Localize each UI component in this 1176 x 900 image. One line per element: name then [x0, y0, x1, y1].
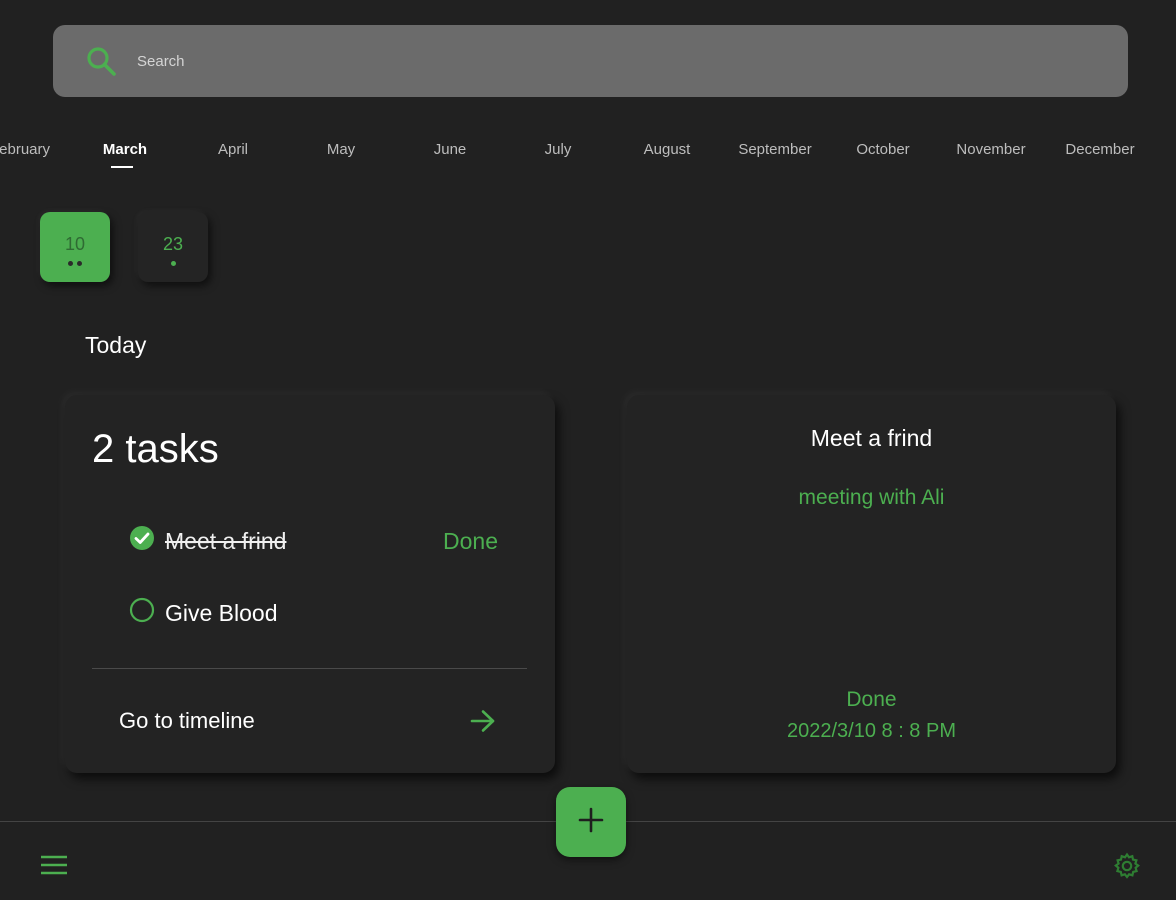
month-label: February: [0, 141, 51, 158]
hamburger-menu-icon[interactable]: [40, 854, 68, 881]
detail-description: meeting with Ali: [798, 486, 945, 509]
section-title: Today: [85, 332, 147, 358]
month-label: July: [544, 141, 572, 158]
month-july[interactable]: July: [545, 141, 572, 158]
month-october[interactable]: October: [856, 141, 909, 158]
day-number: 10: [64, 233, 86, 254]
app-screen: February March April May June July Augus…: [0, 0, 1176, 900]
search-input[interactable]: [137, 45, 1037, 77]
task-item[interactable]: Give Blood: [129, 597, 278, 629]
month-label: March: [102, 141, 148, 158]
task-dot: [68, 260, 73, 266]
search-icon: [84, 44, 118, 78]
task-dot: [77, 260, 82, 266]
month-label: May: [326, 141, 356, 158]
task-item[interactable]: Meet a frind: [129, 525, 286, 557]
go-to-timeline-link[interactable]: Go to timeline: [119, 708, 255, 734]
task-dots: [170, 260, 176, 267]
month-february[interactable]: February: [0, 141, 50, 158]
task-label: Give Blood: [165, 599, 278, 626]
card-divider: [92, 668, 527, 669]
month-label: November: [956, 141, 1026, 158]
month-label: October: [856, 141, 910, 158]
task-dot: [170, 260, 176, 266]
month-december[interactable]: December: [1065, 141, 1134, 158]
arrow-right-icon[interactable]: [469, 708, 497, 739]
tasks-summary-card: 2 tasks Meet a frind Done Give Blood Go …: [65, 395, 555, 773]
detail-status: Done: [846, 688, 897, 711]
tasks-count: 2 tasks: [92, 427, 219, 471]
day-chip-10[interactable]: 10: [40, 212, 110, 282]
plus-icon: [577, 806, 605, 839]
month-september[interactable]: September: [738, 141, 811, 158]
month-april[interactable]: April: [218, 141, 248, 158]
month-november[interactable]: November: [956, 141, 1025, 158]
search-bar[interactable]: [53, 25, 1128, 97]
task-label: Meet a frind: [165, 527, 287, 554]
month-may[interactable]: May: [327, 141, 355, 158]
month-label: April: [217, 141, 249, 158]
detail-title: Meet a frind: [810, 425, 933, 451]
task-status-done: Done: [443, 528, 498, 554]
selected-month-indicator: [111, 166, 133, 168]
detail-datetime: 2022/3/10 8 : 8 PM: [786, 720, 956, 742]
month-label: August: [643, 141, 691, 158]
task-detail-card[interactable]: Meet a frind meeting with Ali Done 2022/…: [627, 395, 1116, 773]
task-dots: [68, 260, 82, 267]
check-circle-icon[interactable]: [129, 525, 155, 557]
gear-icon[interactable]: [1112, 851, 1142, 886]
add-task-button[interactable]: [556, 787, 626, 857]
month-june[interactable]: June: [434, 141, 467, 158]
month-selector: February March April May June July Augus…: [0, 138, 1176, 178]
month-label: September: [738, 141, 812, 158]
circle-outline-icon[interactable]: [129, 597, 155, 629]
month-label: June: [433, 141, 467, 158]
month-label: December: [1065, 141, 1135, 158]
month-august[interactable]: August: [644, 141, 691, 158]
day-number: 23: [162, 233, 184, 254]
day-chip-23[interactable]: 23: [138, 212, 208, 282]
month-march[interactable]: March: [103, 141, 147, 158]
